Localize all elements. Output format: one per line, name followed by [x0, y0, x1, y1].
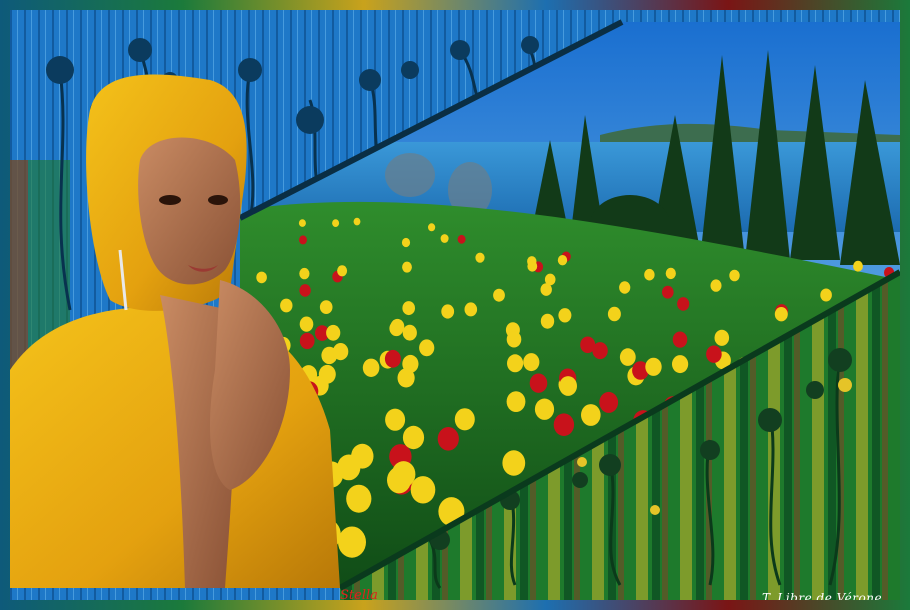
tulip: [644, 268, 655, 281]
artist-signature: Stella: [340, 588, 378, 600]
tulip: [820, 288, 832, 302]
tulip: [337, 265, 348, 277]
tulip: [853, 260, 863, 272]
tulip: [672, 331, 688, 348]
tulip: [362, 358, 380, 377]
tulip: [527, 256, 537, 267]
tulip: [346, 484, 372, 513]
right-eye: [208, 195, 228, 205]
tube-credit-signature: T. Libre de Vérone: [762, 591, 883, 600]
artwork-svg: [10, 10, 900, 600]
tulip: [558, 308, 572, 323]
tulip: [332, 343, 349, 361]
tulip: [319, 300, 333, 314]
tulip: [534, 398, 555, 420]
tulip: [506, 331, 522, 348]
tulip: [645, 357, 662, 376]
tulip: [332, 219, 340, 228]
tulip: [662, 285, 674, 299]
tulip: [619, 281, 631, 294]
tulip: [391, 461, 416, 488]
tulip: [619, 348, 636, 366]
tulip: [457, 234, 466, 244]
tulip: [351, 443, 374, 469]
tulip: [475, 252, 485, 263]
tulip: [493, 288, 505, 302]
image-frame: Stella T. Libre de Vérone: [0, 0, 910, 610]
artwork-canvas: Stella T. Libre de Vérone: [10, 10, 900, 600]
tulip: [454, 408, 475, 431]
tulip: [299, 235, 307, 245]
tulip: [440, 234, 449, 243]
tulip: [464, 302, 478, 317]
tulip: [298, 219, 306, 227]
tulip: [299, 316, 314, 332]
tulip: [774, 307, 788, 322]
left-eye: [159, 195, 181, 205]
tulip: [402, 324, 417, 341]
tulip: [710, 279, 722, 292]
tulip: [441, 304, 455, 319]
tulip: [384, 349, 401, 368]
tulip: [299, 284, 311, 297]
tulip: [665, 267, 676, 280]
tulip: [507, 354, 524, 373]
tulip: [581, 404, 601, 426]
tulip: [706, 345, 722, 363]
tulip: [299, 332, 315, 350]
tulip: [529, 373, 548, 393]
tulip: [389, 320, 404, 337]
tulip: [280, 298, 293, 313]
tulip: [402, 261, 412, 273]
tulip: [607, 306, 621, 322]
tulip: [672, 355, 689, 374]
tulip: [326, 324, 341, 341]
tulip: [299, 267, 310, 280]
tulip: [410, 476, 436, 504]
tulip: [553, 413, 575, 437]
tulip: [437, 427, 459, 451]
tulip: [353, 217, 361, 226]
tulip: [401, 237, 411, 248]
tulip: [338, 526, 366, 558]
tulip: [419, 339, 435, 357]
tulip: [402, 425, 425, 450]
tulip: [428, 223, 436, 232]
tulip: [523, 353, 540, 372]
tulip: [256, 271, 267, 284]
tulip: [559, 376, 577, 396]
tulip: [714, 329, 730, 346]
tulip: [385, 408, 406, 431]
tulip: [540, 283, 552, 296]
tulip: [599, 391, 619, 413]
tulip: [540, 313, 555, 329]
tulip: [580, 336, 596, 354]
tulip: [402, 354, 419, 373]
tulip: [402, 301, 416, 316]
tulip: [506, 391, 526, 412]
tulip: [502, 450, 526, 476]
tulip: [729, 269, 740, 282]
tulip: [557, 255, 568, 266]
tulip: [677, 297, 690, 311]
